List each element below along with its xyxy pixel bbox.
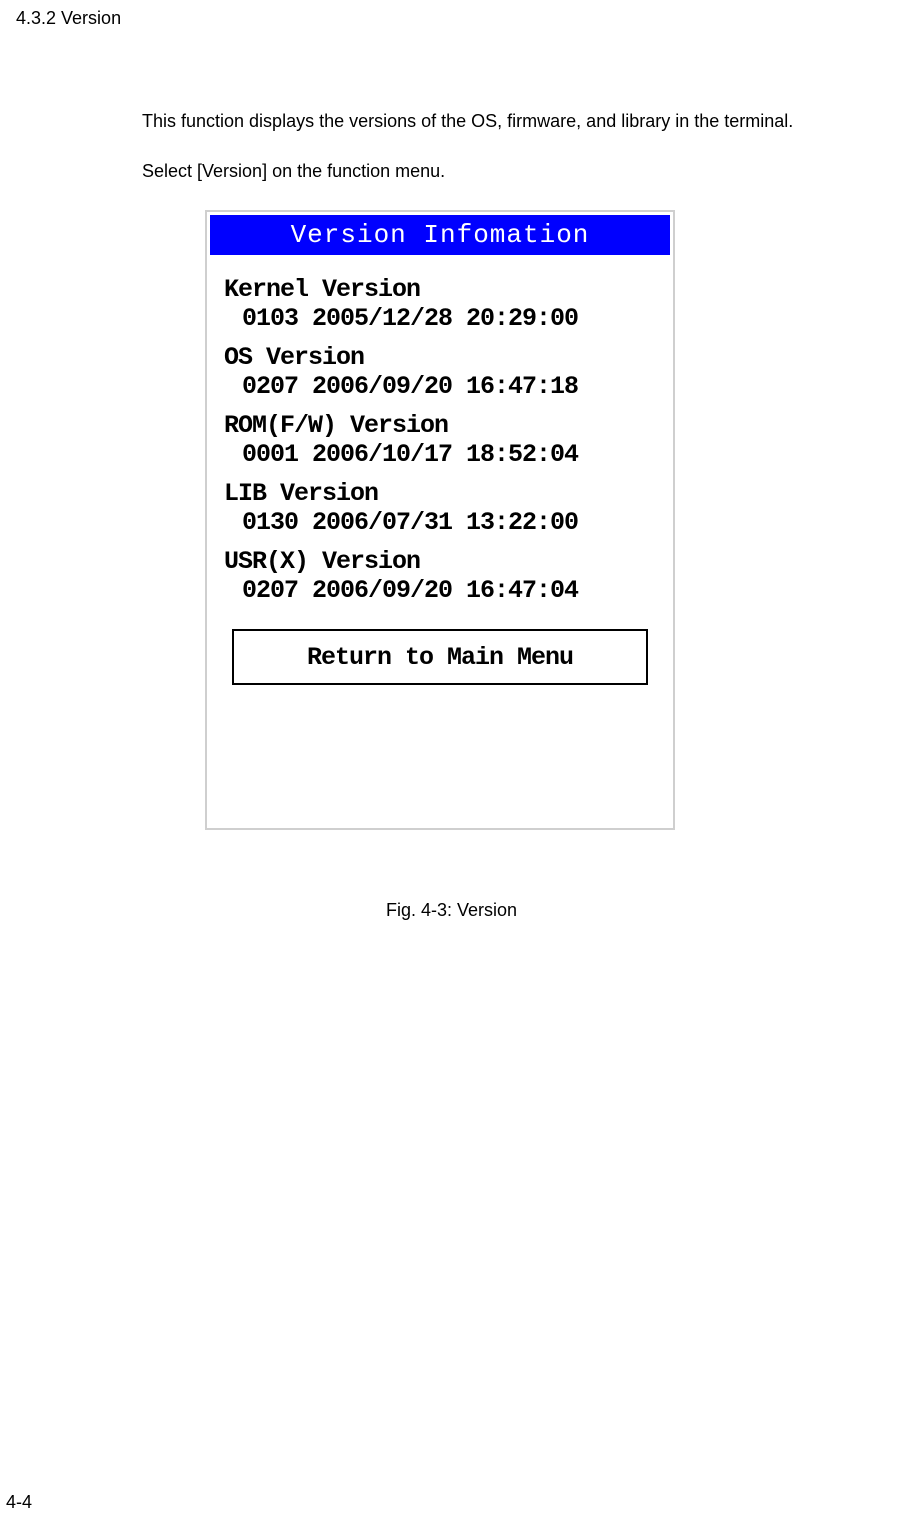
figure-caption: Fig. 4-3: Version [0, 900, 903, 921]
version-value: 0103 2005/12/28 20:29:00 [224, 304, 656, 333]
return-main-menu-button[interactable]: Return to Main Menu [232, 629, 648, 685]
version-label: OS Version [224, 343, 656, 372]
version-value: 0207 2006/09/20 16:47:18 [224, 372, 656, 401]
version-item: ROM(F/W) Version 0001 2006/10/17 18:52:0… [224, 411, 656, 469]
version-item: OS Version 0207 2006/09/20 16:47:18 [224, 343, 656, 401]
section-heading: 4.3.2 Version [16, 8, 121, 29]
page-number: 4-4 [6, 1492, 32, 1513]
version-list: Kernel Version 0103 2005/12/28 20:29:00 … [210, 255, 670, 699]
version-screen-figure: Version Infomation Kernel Version 0103 2… [205, 210, 675, 830]
version-value: 0207 2006/09/20 16:47:04 [224, 576, 656, 605]
version-item: LIB Version 0130 2006/07/31 13:22:00 [224, 479, 656, 537]
version-label: USR(X) Version [224, 547, 656, 576]
version-value: 0130 2006/07/31 13:22:00 [224, 508, 656, 537]
version-item: USR(X) Version 0207 2006/09/20 16:47:04 [224, 547, 656, 605]
version-label: Kernel Version [224, 275, 656, 304]
version-item: Kernel Version 0103 2005/12/28 20:29:00 [224, 275, 656, 333]
paragraph-intro: This function displays the versions of t… [142, 110, 793, 133]
version-value: 0001 2006/10/17 18:52:04 [224, 440, 656, 469]
version-label: ROM(F/W) Version [224, 411, 656, 440]
window-title-bar: Version Infomation [210, 215, 670, 255]
version-label: LIB Version [224, 479, 656, 508]
paragraph-instruction: Select [Version] on the function menu. [142, 160, 445, 183]
